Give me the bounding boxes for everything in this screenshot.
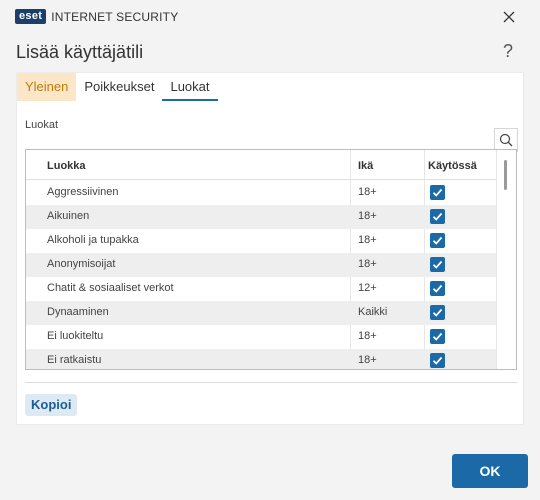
checkmark-icon <box>432 308 443 317</box>
table-row[interactable]: Chatit & sosiaaliset verkot 12+ <box>26 277 496 301</box>
enabled-checkbox[interactable] <box>430 209 445 224</box>
categories-table: Luokka Ikä Käytössä Aggressiivinen 18+ Aik… <box>25 149 517 370</box>
column-header-enabled[interactable]: Käytössä <box>428 160 477 172</box>
category-name: Ei ratkaistu <box>47 354 102 366</box>
enabled-checkbox[interactable] <box>430 305 445 320</box>
enabled-checkbox[interactable] <box>430 281 445 296</box>
checkmark-icon <box>432 356 443 365</box>
column-divider <box>496 150 497 369</box>
logo-badge: eset <box>15 9 47 24</box>
category-name: Chatit & sosiaaliset verkot <box>47 282 174 294</box>
enabled-checkbox[interactable] <box>430 233 445 248</box>
age-rating: 18+ <box>358 234 377 246</box>
checkmark-icon <box>432 332 443 341</box>
tab-bar: Yleinen Poikkeukset Luokat <box>17 73 218 101</box>
category-name: Anonymisoijat <box>47 258 116 270</box>
age-rating: Kaikki <box>358 306 388 318</box>
search-icon <box>499 133 513 147</box>
category-name: Dynaaminen <box>47 306 109 318</box>
tab-categories[interactable]: Luokat <box>162 73 218 101</box>
enabled-checkbox[interactable] <box>430 353 445 368</box>
checkmark-icon <box>432 284 443 293</box>
product-name: INTERNET SECURITY <box>51 9 179 24</box>
table-row[interactable]: Alkoholi ja tupakka 18+ <box>26 229 496 253</box>
table-header: Luokka Ikä Käytössä <box>26 150 496 180</box>
enabled-checkbox[interactable] <box>430 329 445 344</box>
table-row[interactable]: Ei luokiteltu 18+ <box>26 325 496 349</box>
close-button[interactable] <box>497 6 521 28</box>
table-row[interactable]: Anonymisoijat 18+ <box>26 253 496 277</box>
dialog-panel: Yleinen Poikkeukset Luokat Luokat Luokka… <box>16 72 524 425</box>
age-rating: 18+ <box>358 258 377 270</box>
category-name: Aikuinen <box>47 210 90 222</box>
category-name: Aggressiivinen <box>47 186 119 198</box>
divider <box>25 382 517 383</box>
age-rating: 18+ <box>358 186 377 198</box>
close-icon <box>503 11 515 23</box>
tab-exceptions[interactable]: Poikkeukset <box>76 73 162 101</box>
age-rating: 12+ <box>358 282 377 294</box>
checkmark-icon <box>432 212 443 221</box>
section-label: Luokat <box>25 119 59 131</box>
copy-button[interactable]: Kopioi <box>25 394 78 416</box>
column-header-age[interactable]: Ikä <box>358 160 373 172</box>
help-button[interactable]: ? <box>503 41 513 62</box>
title-bar: eset INTERNET SECURITY <box>0 0 540 34</box>
checkmark-icon <box>432 236 443 245</box>
eset-logo: eset INTERNET SECURITY <box>15 9 178 24</box>
column-header-category[interactable]: Luokka <box>47 160 86 172</box>
table-row[interactable]: Aggressiivinen 18+ <box>26 181 496 205</box>
age-rating: 18+ <box>358 330 377 342</box>
age-rating: 18+ <box>358 354 377 366</box>
category-name: Ei luokiteltu <box>47 330 104 342</box>
ok-button[interactable]: OK <box>452 454 528 488</box>
tab-general[interactable]: Yleinen <box>17 73 77 101</box>
dialog-title: Lisää käyttäjätili <box>16 42 144 62</box>
checkmark-icon <box>432 260 443 269</box>
table-row[interactable]: Ei ratkaistu 18+ <box>26 349 496 369</box>
age-rating: 18+ <box>358 210 377 222</box>
scrollbar-thumb[interactable] <box>504 160 507 190</box>
enabled-checkbox[interactable] <box>430 185 445 200</box>
table-row[interactable]: Dynaaminen Kaikki <box>26 301 496 325</box>
checkmark-icon <box>432 188 443 197</box>
table-row[interactable]: Aikuinen 18+ <box>26 205 496 229</box>
category-name: Alkoholi ja tupakka <box>47 234 139 246</box>
enabled-checkbox[interactable] <box>430 257 445 272</box>
